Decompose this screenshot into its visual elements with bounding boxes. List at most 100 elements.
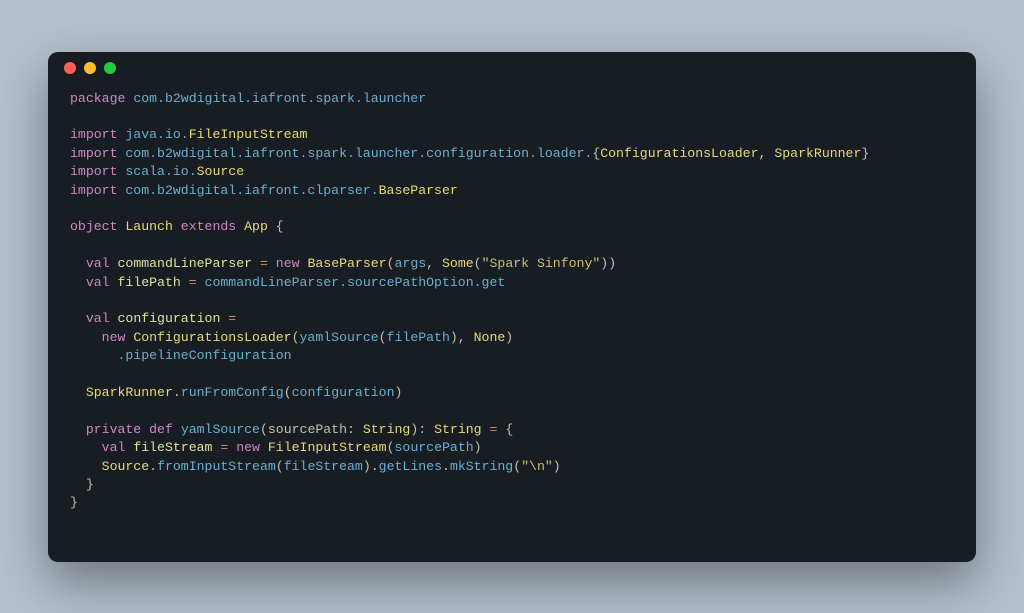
- keyword: import: [70, 164, 117, 179]
- code-window: package com.b2wdigital.iafront.spark.lau…: [48, 52, 976, 562]
- punctuation: {: [505, 422, 513, 437]
- punctuation: }: [861, 146, 869, 161]
- keyword: new: [228, 440, 268, 455]
- indent: [70, 330, 102, 345]
- type-name: SparkRunner: [86, 385, 173, 400]
- punctuation: ): [553, 459, 561, 474]
- keyword: new: [102, 330, 134, 345]
- keyword: val: [86, 256, 110, 271]
- variable: fileStream: [125, 440, 220, 455]
- expression: commandLineParser.sourcePathOption.get: [197, 275, 506, 290]
- function-call: mkString: [450, 459, 513, 474]
- keyword: package: [70, 91, 125, 106]
- string-literal: "\n": [521, 459, 553, 474]
- punctuation: (: [260, 422, 268, 437]
- keyword: import: [70, 183, 117, 198]
- indent: [70, 459, 102, 474]
- type-name: ConfigurationsLoader: [133, 330, 291, 345]
- operator: =: [260, 256, 268, 271]
- indent: [70, 385, 86, 400]
- punctuation: .: [173, 385, 181, 400]
- argument: filePath: [387, 330, 450, 345]
- type-name: App: [236, 219, 276, 234]
- keyword: import: [70, 127, 117, 142]
- variable: filePath: [110, 275, 189, 290]
- indent: [70, 275, 86, 290]
- close-icon[interactable]: [64, 62, 76, 74]
- import-path: com.b2wdigital.iafront.clparser.: [117, 183, 378, 198]
- keyword: import: [70, 146, 117, 161]
- function-call: yamlSource: [300, 330, 379, 345]
- string-literal: "Spark Sinfony": [482, 256, 601, 271]
- maximize-icon[interactable]: [104, 62, 116, 74]
- punctuation: )): [600, 256, 616, 271]
- punctuation: (: [276, 459, 284, 474]
- punctuation: (: [284, 385, 292, 400]
- operator: =: [482, 422, 506, 437]
- function-name: yamlSource: [181, 422, 260, 437]
- type-name: BaseParser: [307, 256, 386, 271]
- keyword: val: [102, 440, 126, 455]
- argument: sourcePath: [395, 440, 474, 455]
- code-content: package com.b2wdigital.iafront.spark.lau…: [48, 84, 976, 535]
- keyword: new: [268, 256, 308, 271]
- punctuation: :: [347, 422, 363, 437]
- punctuation: ,: [426, 256, 442, 271]
- variable: configuration: [110, 311, 229, 326]
- package-path: com.b2wdigital.iafront.spark.launcher: [125, 91, 426, 106]
- type-name: Some: [442, 256, 474, 271]
- none-literal: None: [474, 330, 506, 345]
- type-name: ConfigurationsLoader, SparkRunner: [600, 146, 861, 161]
- argument: configuration: [292, 385, 395, 400]
- method-chain: .pipelineConfiguration: [117, 348, 291, 363]
- punctuation: ).: [363, 459, 379, 474]
- indent: [70, 422, 86, 437]
- object-name: Launch: [117, 219, 180, 234]
- keyword: extends: [181, 219, 236, 234]
- keyword: private: [86, 422, 141, 437]
- punctuation: {: [276, 219, 284, 234]
- punctuation: (: [513, 459, 521, 474]
- operator: =: [228, 311, 236, 326]
- indent: [70, 256, 86, 271]
- type-name: BaseParser: [379, 183, 458, 198]
- keyword: def: [141, 422, 181, 437]
- punctuation: (: [292, 330, 300, 345]
- punctuation: ):: [410, 422, 434, 437]
- variable: commandLineParser: [110, 256, 260, 271]
- punctuation: (: [474, 256, 482, 271]
- function-call: runFromConfig: [181, 385, 284, 400]
- keyword: val: [86, 275, 110, 290]
- param-type: String: [363, 422, 410, 437]
- punctuation: ),: [450, 330, 474, 345]
- parameter: sourcePath: [268, 422, 347, 437]
- import-path: com.b2wdigital.iafront.spark.launcher.co…: [117, 146, 592, 161]
- type-name: Source: [197, 164, 244, 179]
- indent: [70, 348, 117, 363]
- indent: [70, 440, 102, 455]
- keyword: object: [70, 219, 117, 234]
- punctuation: .: [149, 459, 157, 474]
- keyword: val: [86, 311, 110, 326]
- type-name: Source: [102, 459, 149, 474]
- function-call: getLines: [379, 459, 442, 474]
- operator: =: [189, 275, 197, 290]
- punctuation: (: [387, 440, 395, 455]
- argument: fileStream: [284, 459, 363, 474]
- indent: [70, 311, 86, 326]
- punctuation: }: [86, 477, 94, 492]
- minimize-icon[interactable]: [84, 62, 96, 74]
- punctuation: (: [379, 330, 387, 345]
- punctuation: }: [70, 495, 78, 510]
- punctuation: .: [442, 459, 450, 474]
- indent: [70, 477, 86, 492]
- return-type: String: [434, 422, 481, 437]
- punctuation: (: [387, 256, 395, 271]
- punctuation: ): [505, 330, 513, 345]
- type-name: FileInputStream: [268, 440, 387, 455]
- window-titlebar: [48, 52, 976, 84]
- argument: args: [395, 256, 427, 271]
- function-call: fromInputStream: [157, 459, 276, 474]
- type-name: FileInputStream: [189, 127, 308, 142]
- import-path: scala.io.: [117, 164, 196, 179]
